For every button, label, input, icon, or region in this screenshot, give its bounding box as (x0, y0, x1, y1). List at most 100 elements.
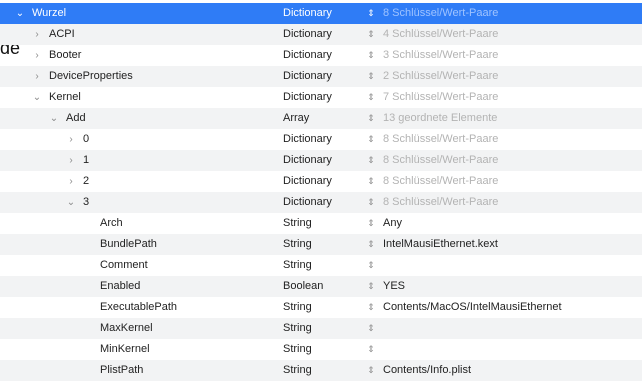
chevron-right-icon[interactable]: › (65, 129, 77, 150)
type-cell[interactable]: Dictionary (283, 87, 363, 108)
key-label: BundlePath (100, 238, 157, 250)
type-cell[interactable]: String (283, 234, 363, 255)
type-cell[interactable]: Dictionary (283, 129, 363, 150)
chevron-down-icon[interactable]: ⌄ (14, 3, 26, 24)
stepper-updown-icon[interactable]: ⇕ (365, 24, 377, 45)
plist-row-enabled[interactable]: Enabled Boolean ⇕ YES (0, 276, 642, 297)
type-cell[interactable]: String (283, 255, 363, 276)
key-label: Booter (49, 49, 82, 61)
key-label: Add (66, 112, 86, 124)
key-cell[interactable]: ⌄ Add (0, 108, 318, 129)
type-cell[interactable]: Dictionary (283, 66, 363, 87)
chevron-right-icon[interactable]: › (65, 171, 77, 192)
value-cell: 4 Schlüssel/Wert-Paare (383, 28, 499, 40)
key-cell[interactable]: ⌄ Kernel (0, 87, 301, 108)
value-cell[interactable]: Contents/Info.plist (383, 360, 633, 381)
key-label: Arch (100, 217, 123, 229)
plist-row-1[interactable]: › 1 Dictionary ⇕ 8 Schlüssel/Wert-Paare (0, 150, 642, 171)
stepper-updown-icon[interactable]: ⇕ (365, 66, 377, 87)
key-label: ACPI (49, 28, 75, 40)
value-cell: 13 geordnete Elemente (383, 112, 498, 124)
key-label: MinKernel (100, 343, 150, 355)
stepper-updown-icon[interactable]: ⇕ (365, 360, 377, 381)
plist-row-deviceproperties[interactable]: › DeviceProperties Dictionary ⇕ 2 Schlüssel/… (0, 66, 642, 87)
plist-row-comment[interactable]: Comment String ⇕ (0, 255, 642, 276)
key-label: 1 (83, 154, 90, 166)
value-cell: 8 Schlüssel/Wert-Paare (383, 133, 499, 145)
plist-row-3[interactable]: ⌄ 3 Dictionary ⇕ 8 Schlüssel/Wert-Paare (0, 192, 642, 213)
type-cell[interactable]: String (283, 318, 363, 339)
value-cell[interactable]: Any (383, 213, 633, 234)
stepper-updown-icon[interactable]: ⇕ (365, 129, 377, 150)
key-label: DeviceProperties (49, 70, 133, 82)
stepper-updown-icon[interactable]: ⇕ (365, 276, 377, 297)
value-cell[interactable]: Contents/MacOS/IntelMausiEthernet (383, 297, 633, 318)
type-cell[interactable]: Boolean (283, 276, 363, 297)
stepper-updown-icon[interactable]: ⇕ (365, 213, 377, 234)
stepper-updown-icon[interactable]: ⇕ (365, 108, 377, 129)
value-cell: 8 Schlüssel/Wert-Paare (383, 154, 499, 166)
type-cell[interactable]: String (283, 360, 363, 381)
chevron-down-icon[interactable]: ⌄ (31, 87, 43, 108)
plist-row-executablepath[interactable]: ExecutablePath String ⇕ Contents/MacOS/Inte… (0, 297, 642, 318)
plist-row-arch[interactable]: Arch String ⇕ Any (0, 213, 642, 234)
value-cell: 3 Schlüssel/Wert-Paare (383, 49, 499, 61)
stepper-updown-icon[interactable]: ⇕ (365, 150, 377, 171)
type-cell[interactable]: String (283, 339, 363, 360)
value-cell[interactable]: YES (383, 276, 633, 297)
stepper-updown-icon[interactable]: ⇕ (365, 318, 377, 339)
value-cell: 8 Schlüssel/Wert-Paare (383, 175, 499, 187)
plist-row-booter[interactable]: › Booter Dictionary ⇕ 3 Schlüssel/Wert-Paare (0, 45, 642, 66)
plist-row-plistpath[interactable]: PlistPath String ⇕ Contents/Info.plist (0, 360, 642, 381)
value-cell: 8 Schlüssel/Wert-Paare (383, 196, 499, 208)
type-cell[interactable]: Dictionary (283, 45, 363, 66)
plist-row-0[interactable]: › 0 Dictionary ⇕ 8 Schlüssel/Wert-Paare (0, 129, 642, 150)
key-label: Enabled (100, 280, 141, 292)
stepper-updown-icon[interactable]: ⇕ (365, 339, 377, 360)
plist-row-minkernel[interactable]: MinKernel String ⇕ (0, 339, 642, 360)
value-cell: 2 Schlüssel/Wert-Paare (383, 70, 499, 82)
key-cell[interactable]: › Booter (0, 45, 301, 66)
stepper-updown-icon[interactable]: ⇕ (365, 192, 377, 213)
key-label: MaxKernel (100, 322, 153, 334)
key-cell[interactable]: › ACPI (0, 24, 301, 45)
plist-row-kernel[interactable]: ⌄ Kernel Dictionary ⇕ 7 Schlüssel/Wert-Paare (0, 87, 642, 108)
plist-row-add[interactable]: ⌄ Add Array ⇕ 13 geordnete Elemente (0, 108, 642, 129)
type-cell[interactable]: Dictionary (283, 150, 363, 171)
plist-row-acpi[interactable]: › ACPI Dictionary ⇕ 4 Schlüssel/Wert-Paare (0, 24, 642, 45)
type-cell[interactable]: String (283, 297, 363, 318)
plist-row-bundlepath[interactable]: BundlePath String ⇕ IntelMausiEthernet.kext (0, 234, 642, 255)
value-cell: 7 Schlüssel/Wert-Paare (383, 91, 499, 103)
key-label: 3 (83, 196, 90, 208)
plist-row-maxkernel[interactable]: MaxKernel String ⇕ (0, 318, 642, 339)
chevron-right-icon[interactable]: › (31, 24, 43, 45)
stepper-updown-icon[interactable]: ⇕ (365, 87, 377, 108)
chevron-down-icon[interactable]: ⌄ (65, 192, 77, 213)
key-label: 0 (83, 133, 90, 145)
type-cell[interactable]: Dictionary (283, 171, 363, 192)
stepper-updown-icon[interactable]: ⇕ (365, 45, 377, 66)
type-cell[interactable]: Dictionary (283, 24, 363, 45)
chevron-down-icon[interactable]: ⌄ (48, 108, 60, 129)
value-cell: 8 Schlüssel/Wert-Paare (383, 7, 499, 19)
type-cell[interactable]: Array (283, 108, 363, 129)
stepper-updown-icon[interactable]: ⇕ (365, 255, 377, 276)
type-cell[interactable]: Dictionary (283, 3, 363, 24)
key-cell[interactable]: › DeviceProperties (0, 66, 301, 87)
type-cell[interactable]: Dictionary (283, 192, 363, 213)
chevron-right-icon[interactable]: › (31, 45, 43, 66)
chevron-right-icon[interactable]: › (31, 66, 43, 87)
key-label: ExecutablePath (100, 301, 178, 313)
stepper-updown-icon[interactable]: ⇕ (365, 234, 377, 255)
key-label: Kernel (49, 91, 81, 103)
key-cell[interactable]: ⌄ Wurzel (0, 3, 284, 24)
stepper-updown-icon[interactable]: ⇕ (365, 3, 377, 24)
plist-row-2[interactable]: › 2 Dictionary ⇕ 8 Schlüssel/Wert-Paare (0, 171, 642, 192)
plist-row-wurzel[interactable]: ⌄ Wurzel Dictionary ⇕ 8 Schlüssel/Wert-Paare (0, 3, 642, 24)
stepper-updown-icon[interactable]: ⇕ (365, 297, 377, 318)
chevron-right-icon[interactable]: › (65, 150, 77, 171)
type-cell[interactable]: String (283, 213, 363, 234)
key-label: PlistPath (100, 364, 144, 376)
value-cell[interactable]: IntelMausiEthernet.kext (383, 234, 633, 255)
stepper-updown-icon[interactable]: ⇕ (365, 171, 377, 192)
